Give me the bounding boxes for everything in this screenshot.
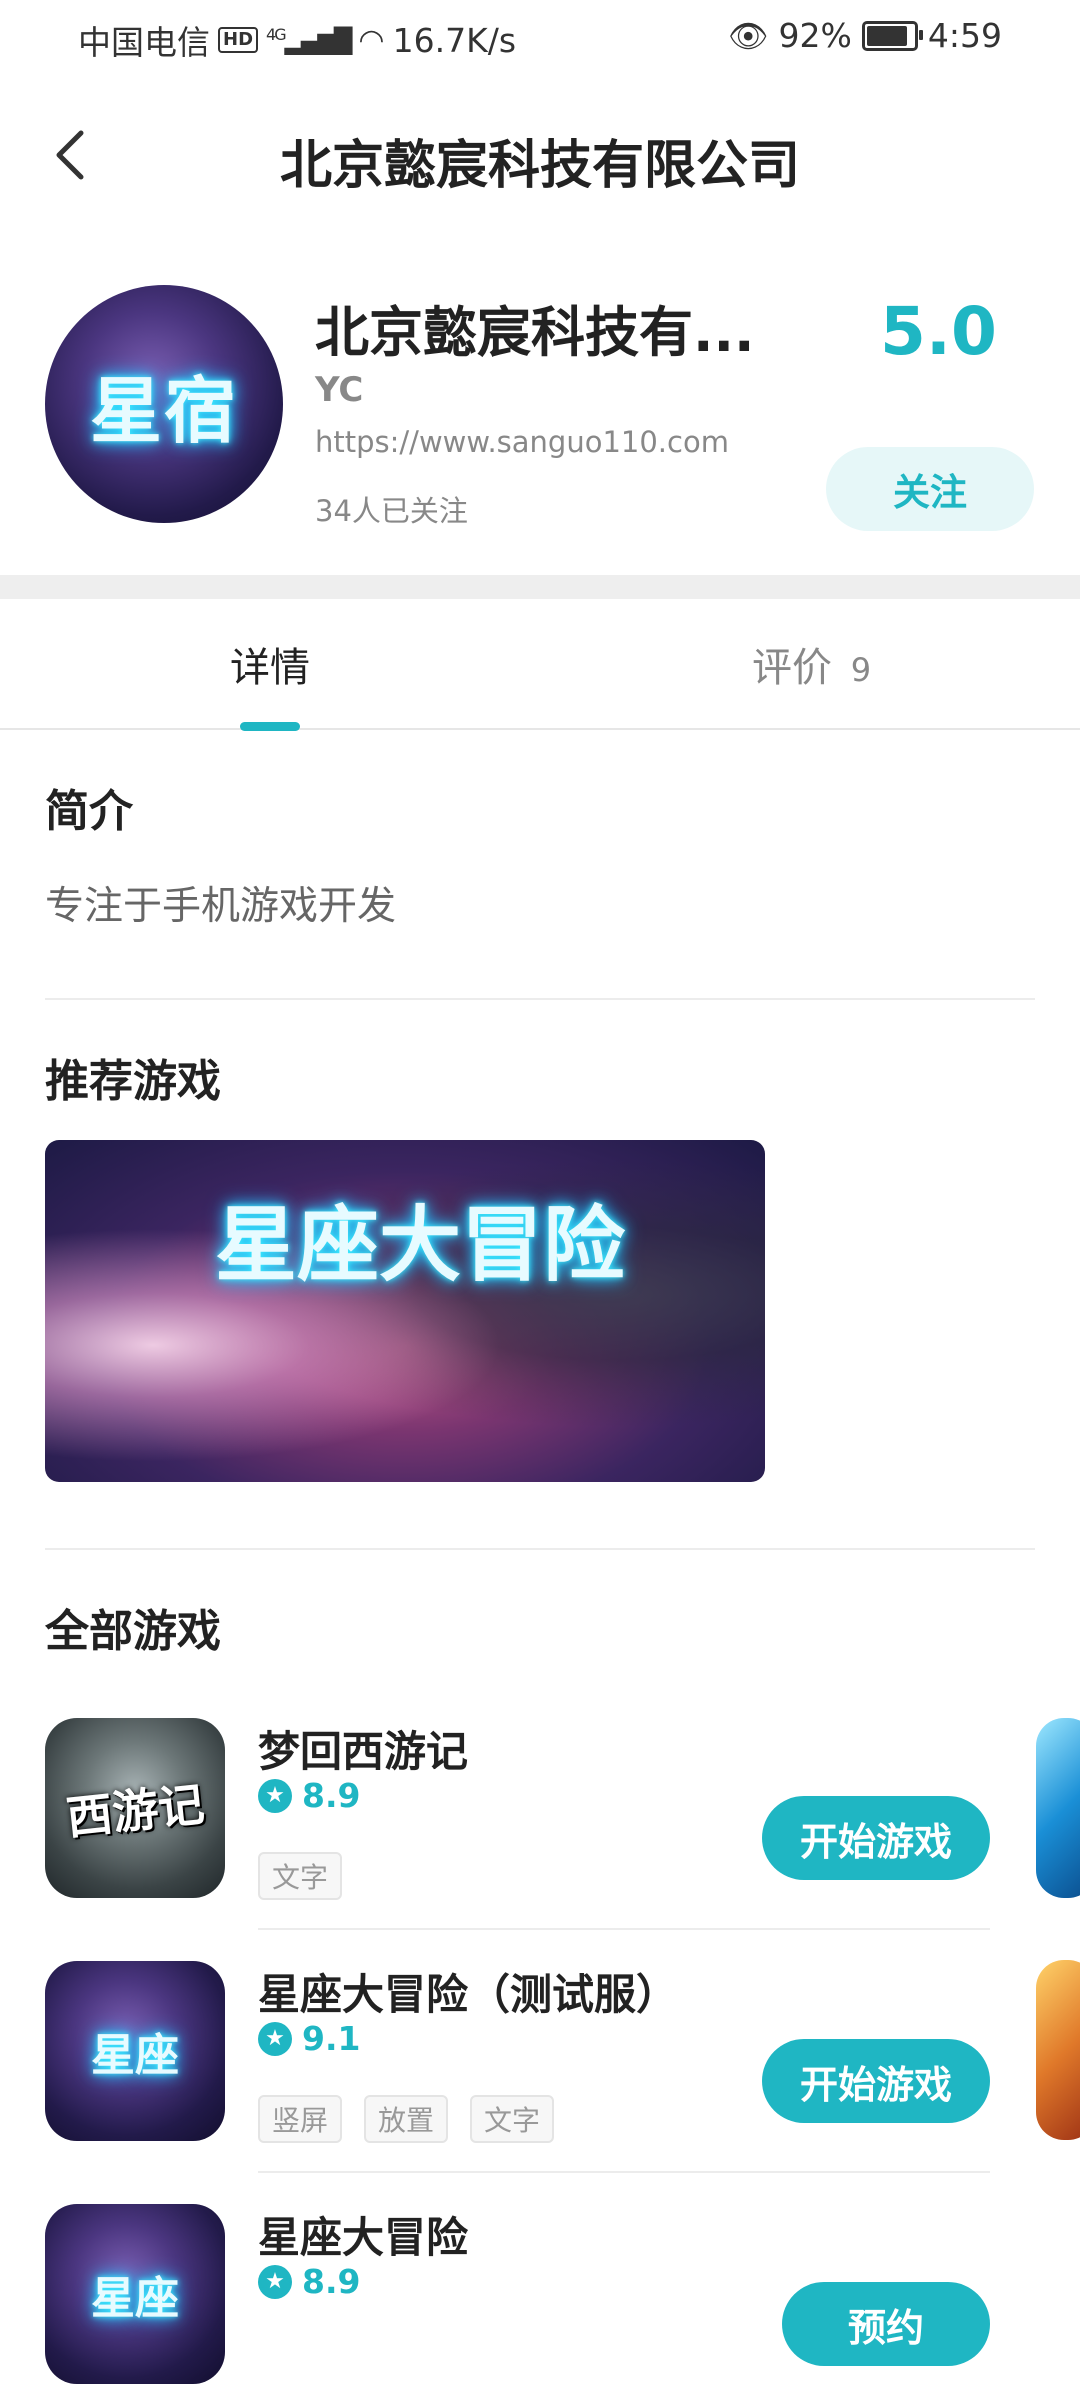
title-bar: 北京懿宸科技有限公司 — [0, 75, 1080, 235]
company-abbr: YC — [315, 370, 364, 410]
section-separator — [0, 575, 1080, 599]
tab-details[interactable]: 详情 — [230, 635, 310, 693]
company-rating: 5.0 — [880, 293, 997, 370]
start-game-button[interactable]: 开始游戏 — [762, 2039, 990, 2123]
star-icon: ★ — [258, 1778, 292, 1813]
divider — [45, 998, 1035, 1000]
all-games-title: 全部游戏 — [45, 1606, 221, 1657]
carrier-label: 中国电信 — [78, 23, 210, 62]
start-game-button[interactable]: 开始游戏 — [762, 1796, 990, 1880]
game-tags: 文字 — [258, 1852, 343, 1900]
company-name: 北京懿宸科技有... — [315, 301, 755, 364]
game-rating-value: 9.1 — [302, 2019, 361, 2058]
star-icon: ★ — [258, 2264, 292, 2299]
active-tab-indicator — [240, 722, 300, 731]
wifi-icon: ◠ — [358, 22, 385, 58]
network-type: 4G — [266, 25, 287, 44]
list-divider — [258, 1928, 990, 1930]
tab-bar-divider — [0, 728, 1080, 730]
game-icon-menghui-xiyouji[interactable]: 西游记 — [45, 1718, 225, 1898]
tab-reviews-label: 评价 — [752, 645, 832, 691]
game-tags: 竖屏 放置 文字 — [258, 2095, 555, 2143]
intro-title: 简介 — [45, 786, 133, 837]
battery-fill — [866, 25, 907, 46]
next-game-card-peek[interactable] — [1036, 1960, 1080, 2140]
hd-icon: HD — [218, 27, 259, 53]
game-rating-value: 8.9 — [302, 1776, 361, 1815]
game-icon-text: 西游记 — [63, 1776, 207, 1846]
list-divider — [258, 2171, 990, 2173]
eye-icon: 👁 — [727, 16, 769, 55]
tab-reviews-count: 9 — [850, 651, 872, 689]
signal-icon: 4G▂▄▆█ — [266, 25, 352, 55]
game-rating: ★ 9.1 — [258, 2019, 360, 2058]
game-tag: 放置 — [364, 2095, 449, 2143]
game-tag: 竖屏 — [258, 2095, 343, 2143]
company-url[interactable]: https://www.sanguo110.com — [315, 425, 729, 459]
follow-button[interactable]: 关注 — [826, 447, 1034, 531]
game-icon-text: 星座 — [91, 2273, 179, 2324]
game-tag: 文字 — [258, 1852, 343, 1900]
game-icon-xingzuo[interactable]: 星座 — [45, 2204, 225, 2384]
company-logo: 星宿 — [45, 285, 283, 523]
logo-text: 星宿 — [89, 368, 238, 453]
reserve-button[interactable]: 预约 — [782, 2282, 990, 2366]
page-title: 北京懿宸科技有限公司 — [279, 136, 800, 196]
game-name[interactable]: 星座大冒险（测试服） — [258, 1961, 678, 2022]
divider — [45, 1548, 1035, 1550]
next-game-card-peek[interactable] — [1036, 1718, 1080, 1898]
banner-title: 星座大冒险 — [215, 1198, 626, 1293]
game-icon-xingzuo-test[interactable]: 星座 — [45, 1961, 225, 2141]
intro-text: 专注于手机游戏开发 — [45, 884, 397, 929]
game-tag: 文字 — [470, 2095, 555, 2143]
battery-percent: 92% — [778, 16, 852, 55]
game-name[interactable]: 星座大冒险 — [258, 2204, 468, 2265]
game-rating: ★ 8.9 — [258, 1776, 360, 1815]
star-icon: ★ — [258, 2021, 292, 2056]
status-bar: 中国电信 HD 4G▂▄▆█ ◠ 16.7K/s 👁 92% 4:59 — [0, 0, 1080, 75]
game-icon-text: 星座 — [91, 2030, 179, 2081]
game-rating-value: 8.9 — [302, 2262, 361, 2301]
recommended-game-banner[interactable]: 星座大冒险 — [45, 1140, 765, 1482]
game-name[interactable]: 梦回西游记 — [258, 1718, 468, 1779]
tab-reviews[interactable]: 评价 9 — [752, 635, 871, 693]
recommended-title: 推荐游戏 — [45, 1056, 221, 1107]
network-speed: 16.7K/s — [392, 20, 517, 60]
follower-count: 34人已关注 — [315, 494, 468, 528]
battery-icon — [861, 20, 923, 51]
clock: 4:59 — [927, 16, 1002, 55]
game-rating: ★ 8.9 — [258, 2262, 360, 2301]
